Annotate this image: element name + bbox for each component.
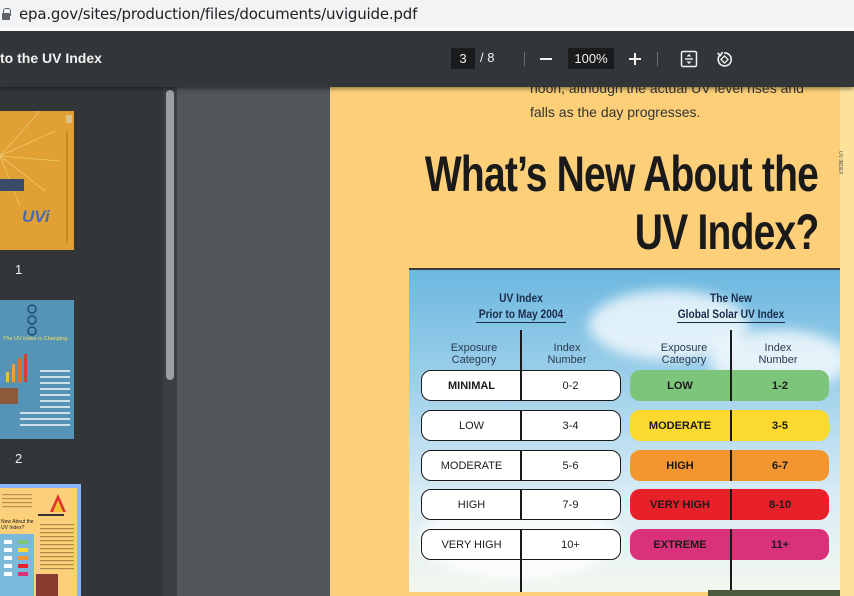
old-row-category: LOW [458,419,485,432]
old-exposure-header: Exposure Category [439,342,509,366]
old-row-index: 3-4 [562,419,579,432]
header-underline [476,322,566,323]
header-underline [677,322,785,323]
new-row-low: LOW 1-2 [630,370,829,401]
new-index-header: Index Number [750,342,806,366]
old-index-title-line-2: Prior to May 2004 [478,307,564,321]
column-divider [730,560,732,592]
old-row-index: 10+ [561,538,580,551]
fit-page-icon [680,50,698,68]
page-heading-line-2: UV Index? [634,204,818,260]
old-row-index: 0-2 [562,379,579,392]
lock-icon[interactable] [2,8,11,20]
toolbar-divider [657,52,658,66]
url-text[interactable]: epa.gov/sites/production/files/documents… [19,5,417,23]
document-title: to the UV Index [0,50,102,66]
old-row-index: 5-6 [562,459,579,472]
zoom-out-button[interactable] [535,48,557,70]
column-divider [730,330,732,372]
page-number-input[interactable]: 3 [451,48,475,69]
old-row-index: 7-9 [562,498,579,511]
plus-icon [629,53,641,65]
old-row-category: HIGH [457,498,486,511]
old-row-minimal: MINIMAL 0-2 [421,370,621,401]
new-row-category: HIGH [666,459,694,472]
rotate-button[interactable] [713,48,735,70]
new-row-index: 3-5 [772,419,788,432]
zoom-in-button[interactable] [624,48,646,70]
sidebar-scrollbar[interactable] [163,87,177,596]
column-divider [520,330,522,372]
new-row-extreme: EXTREME 11+ [630,529,829,560]
old-row-very-high: VERY HIGH 10+ [421,529,621,560]
new-row-category: MODERATE [648,419,712,432]
new-row-index: 11+ [770,538,790,551]
page-thumbnail-3[interactable]: New About the UV Index? [0,484,81,596]
index-header-line-2: Number [547,354,587,366]
new-row-index: 1-2 [772,379,788,392]
page-heading-line-1: What’s New About the [424,146,819,202]
new-index-title: The New Global Solar UV Index [672,290,791,322]
column-divider [520,560,522,592]
exposure-header-line-1: Exposure [450,342,498,354]
old-row-moderate: MODERATE 5-6 [421,450,621,481]
uv-index-comparison-graphic: UV Index Prior to May 2004 The New Globa… [409,270,840,592]
new-row-very-high: VERY HIGH 8-10 [630,489,829,520]
page-thumbnail-2[interactable]: The UV Index is Changing. [0,300,74,439]
page-total: / 8 [480,50,495,65]
exposure-header-line-2: Category [451,354,497,366]
thumbnail-2-text: The UV Index is Changing. [3,336,69,342]
pdf-toolbar: to the UV Index 3 / 8 100% [0,31,854,87]
exposure-header-line-2: Category [661,354,707,366]
new-index-title-line-1: The New [710,291,752,305]
exposure-header-line-1: Exposure [660,342,708,354]
rotate-icon [716,51,732,67]
thumbnail-1-graphic [0,111,74,250]
new-row-high: HIGH 6-7 [630,450,829,481]
new-row-category: VERY HIGH [650,498,710,511]
old-row-category: VERY HIGH [441,538,502,551]
new-row-category: LOW [667,379,693,392]
thumbnail-2-graphic [0,300,74,439]
old-index-title-line-1: UV Index [499,291,543,305]
index-header-line-2: Number [758,354,798,366]
old-row-low: LOW 3-4 [421,410,621,441]
new-row-index: 6-7 [772,459,788,472]
thumbnail-number-2: 2 [15,451,23,466]
new-exposure-header: Exposure Category [649,342,719,366]
page-thumbnail-1[interactable]: UVi [0,111,74,250]
new-row-index: 8-10 [768,498,792,511]
thumbnail-3-graphic [0,488,77,596]
thumbnail-3-text: New About the UV Index? [1,519,34,531]
side-strip-label: UV INDEX [837,151,843,175]
body-text-line-1: noon, although the actual UV level rises… [530,87,804,96]
index-header-line-1: Index [553,342,581,354]
new-index-title-line-2: Global Solar UV Index [677,307,785,321]
old-row-high: HIGH 7-9 [421,489,621,520]
old-index-title: UV Index Prior to May 2004 [474,290,568,322]
old-row-category: MODERATE [440,459,503,472]
new-row-moderate: MODERATE 3-5 [630,410,829,441]
address-bar[interactable]: epa.gov/sites/production/files/documents… [0,0,854,28]
zoom-input[interactable]: 100% [568,48,614,69]
scrollbar-thumb[interactable] [166,90,174,380]
thumbnail-number-1: 1 [15,262,23,277]
new-row-category: EXTREME [653,538,707,551]
pdf-viewer[interactable]: noon, although the actual UV level rises… [177,87,854,596]
fit-page-button[interactable] [678,48,700,70]
toolbar-divider [524,52,525,66]
thumbnail-1-text: UVi [22,207,50,226]
body-text-line-2: falls as the day progresses. [530,104,701,120]
minus-icon [540,58,552,60]
thumbnail-sidebar: UVi 1 The UV Index is Changing. 2 New Ab… [0,87,163,596]
photo-edge [708,590,840,596]
index-header-line-1: Index [764,342,792,354]
pdf-page: noon, although the actual UV level rises… [330,87,840,596]
old-row-category: MINIMAL [447,379,496,392]
old-index-header: Index Number [539,342,595,366]
